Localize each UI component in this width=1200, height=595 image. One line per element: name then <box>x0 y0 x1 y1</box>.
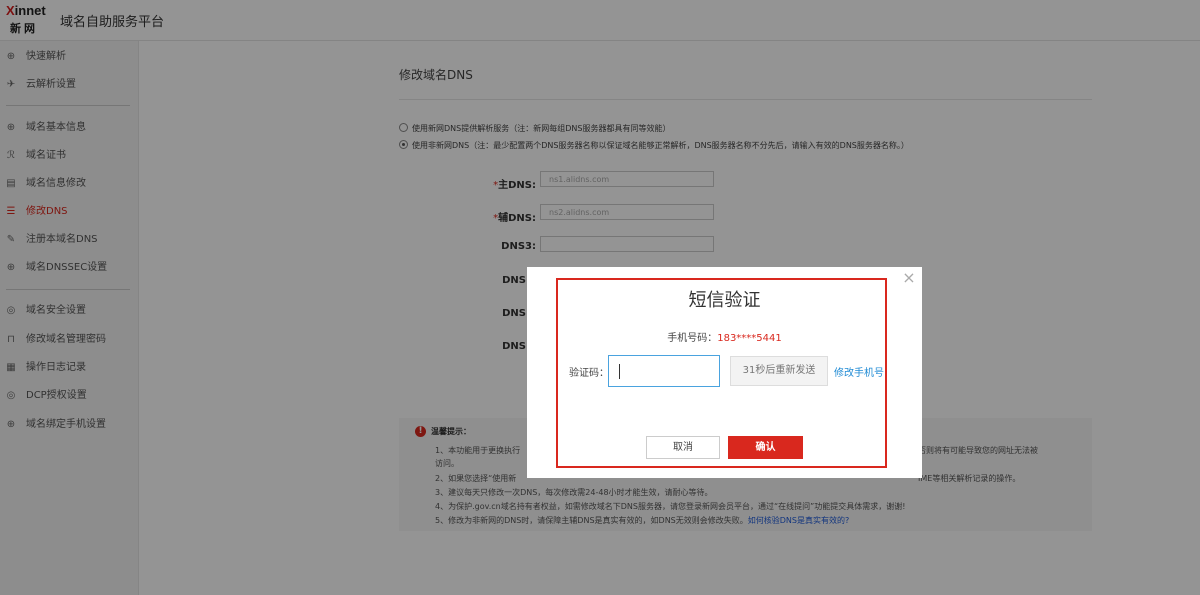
phone-label: 手机号码： <box>667 333 718 344</box>
close-icon[interactable]: × <box>902 270 916 286</box>
dialog-title: 短信验证 <box>688 290 761 311</box>
cancel-button[interactable]: 取消 <box>646 436 720 459</box>
resend-code-button[interactable]: 31秒后重新发送 <box>730 356 828 386</box>
confirm-button[interactable]: 确认 <box>728 436 803 459</box>
phone-number: 183****5441 <box>717 333 782 344</box>
code-label: 验证码： <box>569 368 609 379</box>
change-phone-link[interactable]: 修改手机号 <box>834 364 884 379</box>
phone-number-line: 手机号码：183****5441 <box>527 329 922 344</box>
verification-code-input[interactable] <box>608 355 720 387</box>
text-caret <box>619 364 620 379</box>
